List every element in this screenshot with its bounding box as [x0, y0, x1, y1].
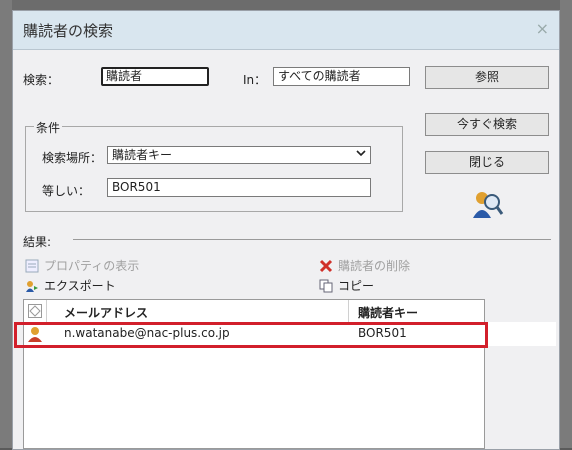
- properties-action[interactable]: プロパティの表示: [25, 257, 139, 274]
- background-window-left: [0, 0, 12, 448]
- subscriber-search-icon: [470, 188, 504, 222]
- export-action[interactable]: エクスポート: [25, 277, 116, 294]
- export-label: エクスポート: [44, 279, 116, 293]
- conditions-group: 条件 検索場所： 購読者キー 等しい： BOR501: [25, 119, 403, 212]
- copy-icon: [319, 279, 333, 293]
- dialog-title: 購読者の検索: [23, 22, 114, 40]
- subscriber-search-dialog: 購読者の検索 × 検索： 購読者 In： すべての購読者 参照 今すぐ検索 閉じ…: [12, 10, 560, 450]
- column-separator: [46, 300, 47, 322]
- in-label: In：: [243, 73, 267, 87]
- background-window-right: [560, 0, 572, 448]
- close-icon[interactable]: ×: [536, 19, 549, 38]
- equals-input[interactable]: BOR501: [107, 178, 371, 197]
- delete-icon: [319, 259, 333, 273]
- copy-action[interactable]: コピー: [319, 277, 374, 294]
- titlebar: 購読者の検索 ×: [13, 11, 559, 50]
- properties-icon: [25, 259, 39, 273]
- conditions-group-title: 条件: [34, 119, 63, 136]
- search-input[interactable]: 購読者: [101, 67, 209, 86]
- row-highlight-box: [14, 322, 488, 348]
- column-header-email[interactable]: メールアドレス: [64, 304, 148, 321]
- location-select-value: 購読者キー: [112, 148, 173, 162]
- background-window-strip: [0, 0, 572, 10]
- export-icon: [25, 279, 39, 293]
- delete-action[interactable]: 購読者の削除: [319, 257, 410, 274]
- delete-label: 購読者の削除: [338, 259, 411, 273]
- browse-button[interactable]: 参照: [425, 66, 549, 89]
- search-now-button[interactable]: 今すぐ検索: [425, 113, 549, 136]
- location-label: 検索場所：: [42, 151, 103, 165]
- results-label: 結果:: [23, 235, 52, 249]
- search-label: 検索：: [23, 73, 60, 87]
- copy-label: コピー: [338, 279, 375, 293]
- in-input[interactable]: すべての購読者: [273, 67, 410, 86]
- location-select[interactable]: 購読者キー: [107, 146, 371, 164]
- equals-label: 等しい：: [42, 184, 91, 198]
- column-separator: [348, 300, 349, 322]
- column-header-key[interactable]: 購読者キー: [358, 304, 418, 321]
- close-button[interactable]: 閉じる: [425, 151, 549, 174]
- select-all-icon[interactable]: [28, 304, 42, 318]
- results-separator: [73, 239, 551, 240]
- properties-label: プロパティの表示: [44, 259, 140, 273]
- table-header: メールアドレス 購読者キー: [24, 300, 484, 323]
- chevron-down-icon: [356, 148, 366, 162]
